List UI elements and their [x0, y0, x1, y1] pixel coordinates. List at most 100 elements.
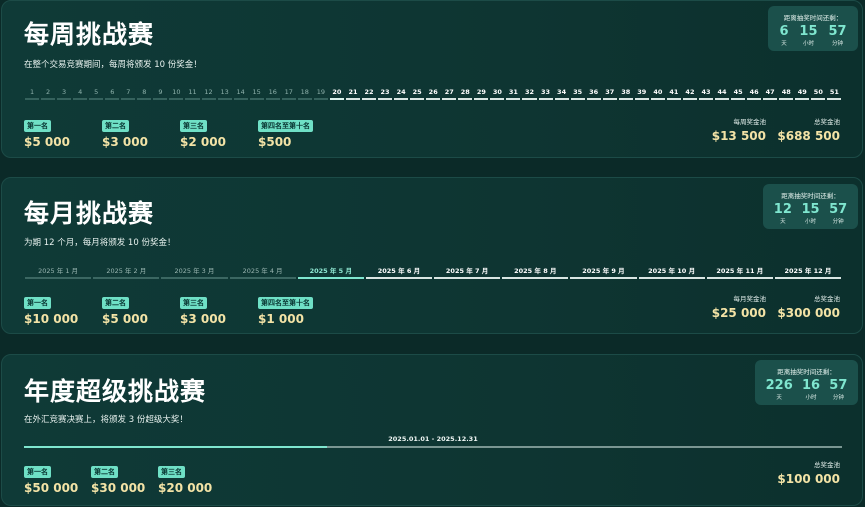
week-tab-37[interactable]: 37	[602, 88, 618, 100]
week-tab-24[interactable]: 24	[393, 88, 409, 100]
month-tab-10[interactable]: 2025 年 10 月	[638, 265, 706, 279]
month-tab-5[interactable]: 2025 年 5 月	[297, 265, 365, 279]
month-tab-2[interactable]: 2025 年 2 月	[92, 265, 160, 279]
monthly-countdown: 距离抽奖时间还剩： 12 天 15 小时 57 分钟	[763, 184, 858, 229]
pool-amount: $25 000	[711, 306, 766, 320]
week-tab-6[interactable]: 6	[104, 88, 120, 100]
week-tab-27[interactable]: 27	[441, 88, 457, 100]
week-tab-7[interactable]: 7	[120, 88, 136, 100]
week-tab-4[interactable]: 4	[72, 88, 88, 100]
yearly-prize-3: 第三名 $20 000	[158, 459, 212, 495]
countdown-days: 6	[779, 24, 789, 39]
week-tab-39[interactable]: 39	[634, 88, 650, 100]
week-tab-22[interactable]: 22	[361, 88, 377, 100]
monthly-subtitle: 为期 12 个月，每月将颁发 10 份奖金！	[24, 238, 176, 248]
week-tab-30[interactable]: 30	[489, 88, 505, 100]
month-tab-7[interactable]: 2025 年 7 月	[433, 265, 501, 279]
month-tab-1[interactable]: 2025 年 1 月	[24, 265, 92, 279]
week-tab-28[interactable]: 28	[457, 88, 473, 100]
week-tab-9[interactable]: 9	[152, 88, 168, 100]
week-tab-3[interactable]: 3	[56, 88, 72, 100]
week-tab-41[interactable]: 41	[666, 88, 682, 100]
yearly-prize-1: 第一名 $50 000	[24, 459, 78, 495]
week-tab-42[interactable]: 42	[682, 88, 698, 100]
monthly-prize-1: 第一名 $10 000	[24, 290, 78, 326]
week-tab-10[interactable]: 10	[168, 88, 184, 100]
week-tab-13[interactable]: 13	[217, 88, 233, 100]
weekly-countdown: 距离抽奖时间还剩： 6 天 15 小时 57 分钟	[768, 6, 858, 51]
week-tab-32[interactable]: 32	[521, 88, 537, 100]
countdown-days-unit: 天	[781, 41, 787, 47]
total-amount: $300 000	[777, 306, 840, 320]
month-tab-4[interactable]: 2025 年 4 月	[229, 265, 297, 279]
month-timeline: 2025 年 1 月 2025 年 2 月 2025 年 3 月 2025 年 4 月…	[24, 265, 842, 279]
monthly-prize-2: 第二名 $5 000	[102, 290, 148, 326]
monthly-prize-4: 第四名至第十名 $1 000	[258, 290, 313, 326]
week-tab-20[interactable]: 20	[329, 88, 345, 100]
week-tab-1[interactable]: 1	[24, 88, 40, 100]
countdown-minutes: 57	[829, 202, 848, 217]
week-tab-46[interactable]: 46	[746, 88, 762, 100]
weekly-subtitle: 在整个交易竞赛期间，每周将颁发 10 份奖金！	[24, 60, 202, 70]
week-tab-31[interactable]: 31	[505, 88, 521, 100]
week-tab-44[interactable]: 44	[714, 88, 730, 100]
week-tab-23[interactable]: 23	[377, 88, 393, 100]
countdown-days: 12	[773, 202, 792, 217]
prize-amount: $50 000	[24, 481, 79, 495]
month-tab-9[interactable]: 2025 年 9 月	[569, 265, 637, 279]
week-tab-5[interactable]: 5	[88, 88, 104, 100]
week-tab-8[interactable]: 8	[136, 88, 152, 100]
monthly-total-pool: 总奖金池 $300 000	[777, 293, 840, 320]
year-progress: 2025.01.01 - 2025.12.31	[24, 435, 842, 448]
monthly-challenge-card: 每月挑战赛 为期 12 个月，每月将颁发 10 份奖金！ 距离抽奖时间还剩： 1…	[1, 177, 863, 334]
week-tab-18[interactable]: 18	[297, 88, 313, 100]
week-tab-12[interactable]: 12	[201, 88, 217, 100]
week-tab-26[interactable]: 26	[425, 88, 441, 100]
weekly-prize-pool: 每周奖金池 $13 500	[712, 116, 766, 143]
prize-rank-badge: 第一名	[24, 297, 51, 309]
prize-amount: $20 000	[158, 481, 213, 495]
month-tab-8[interactable]: 2025 年 8 月	[501, 265, 569, 279]
week-tab-11[interactable]: 11	[184, 88, 200, 100]
week-tab-19[interactable]: 19	[313, 88, 329, 100]
week-tab-51[interactable]: 51	[826, 88, 842, 100]
weekly-total-pool: 总奖金池 $688 500	[777, 116, 840, 143]
week-tab-43[interactable]: 43	[698, 88, 714, 100]
week-tab-40[interactable]: 40	[650, 88, 666, 100]
month-tab-3[interactable]: 2025 年 3 月	[160, 265, 228, 279]
weekly-title: 每周挑战赛	[24, 20, 155, 49]
countdown-days: 226	[765, 378, 793, 393]
week-tab-45[interactable]: 45	[730, 88, 746, 100]
week-tab-38[interactable]: 38	[618, 88, 634, 100]
week-tab-35[interactable]: 35	[570, 88, 586, 100]
prize-rank-badge: 第二名	[102, 120, 129, 132]
week-tab-25[interactable]: 25	[409, 88, 425, 100]
week-tab-48[interactable]: 48	[778, 88, 794, 100]
yearly-prize-2: 第二名 $30 000	[91, 459, 145, 495]
prize-amount: $10 000	[24, 312, 79, 326]
weekly-prize-2: 第二名 $3 000	[102, 113, 148, 149]
prize-rank-badge: 第二名	[91, 466, 118, 478]
week-tab-47[interactable]: 47	[762, 88, 778, 100]
week-tab-17[interactable]: 17	[281, 88, 297, 100]
monthly-prize-pool: 每月奖金池 $25 000	[712, 293, 766, 320]
pool-amount: $13 500	[711, 129, 766, 143]
week-tab-36[interactable]: 36	[586, 88, 602, 100]
week-tab-14[interactable]: 14	[233, 88, 249, 100]
week-tab-34[interactable]: 34	[554, 88, 570, 100]
week-tab-49[interactable]: 49	[794, 88, 810, 100]
week-tab-33[interactable]: 33	[538, 88, 554, 100]
week-tab-2[interactable]: 2	[40, 88, 56, 100]
countdown-days-unit: 天	[776, 395, 782, 401]
week-tab-15[interactable]: 15	[249, 88, 265, 100]
week-tab-21[interactable]: 21	[345, 88, 361, 100]
month-tab-12[interactable]: 2025 年 12 月	[774, 265, 842, 279]
week-tab-16[interactable]: 16	[265, 88, 281, 100]
month-tab-11[interactable]: 2025 年 11 月	[706, 265, 774, 279]
yearly-challenge-card: 年度超级挑战赛 在外汇竞赛决赛上，将颁发 3 份超级大奖！ 距离抽奖时间还剩： …	[1, 354, 863, 506]
month-tab-6[interactable]: 2025 年 6 月	[365, 265, 433, 279]
countdown-label: 距离抽奖时间还剩：	[777, 368, 836, 376]
week-tab-29[interactable]: 29	[473, 88, 489, 100]
week-tab-50[interactable]: 50	[810, 88, 826, 100]
prize-amount: $5 000	[24, 135, 70, 149]
